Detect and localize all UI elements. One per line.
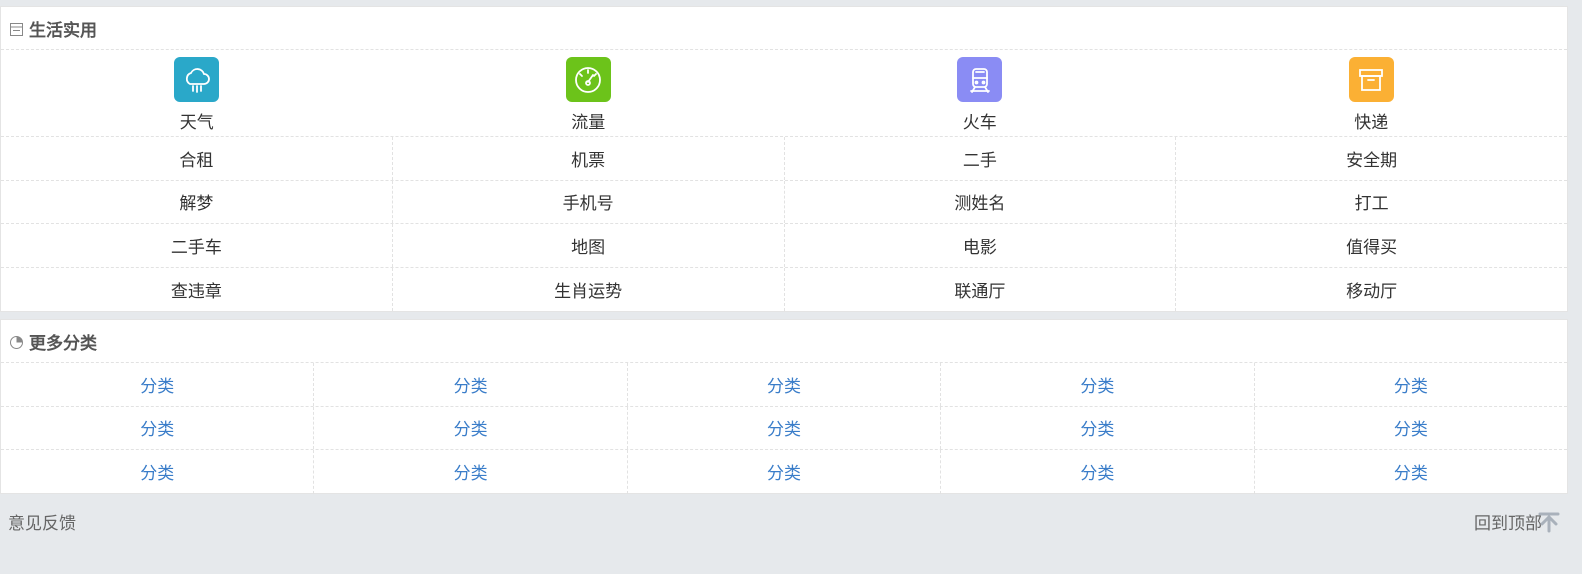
life-grid-row: 查违章 生肖运势 联通厅 移动厅: [1, 267, 1567, 312]
arrow-up-icon: [1538, 512, 1560, 532]
category-link[interactable]: 分类: [628, 406, 942, 449]
category-link[interactable]: 分类: [1, 406, 315, 449]
back-to-top-label: 回到顶部: [1474, 514, 1542, 534]
category-link[interactable]: 分类: [941, 450, 1255, 494]
life-item[interactable]: 值得买: [1176, 224, 1567, 267]
life-panel-title: 生活实用: [29, 20, 97, 41]
back-to-top-button[interactable]: 回到顶部: [1474, 509, 1560, 534]
feature-data-usage[interactable]: 流量: [393, 50, 785, 136]
category-link[interactable]: 分类: [314, 406, 628, 449]
category-link[interactable]: 分类: [314, 450, 628, 494]
category-link[interactable]: 分类: [941, 363, 1255, 406]
category-link[interactable]: 分类: [1, 450, 315, 494]
life-item[interactable]: 合租: [1, 137, 393, 180]
category-link[interactable]: 分类: [1255, 363, 1567, 406]
life-grid-row: 解梦 手机号 测姓名 打工: [1, 180, 1567, 224]
cloud-rain-icon: [174, 57, 220, 102]
category-link[interactable]: 分类: [628, 450, 942, 494]
life-item[interactable]: 查违章: [1, 267, 393, 311]
life-item[interactable]: 二手车: [1, 224, 393, 267]
more-panel: 更多分类 分类 分类 分类 分类 分类 分类 分类 分类 分类 分类 分类 分类…: [0, 319, 1568, 494]
category-grid-row: 分类 分类 分类 分类 分类: [1, 363, 1567, 407]
feature-label: 流量: [571, 113, 606, 133]
life-item[interactable]: 手机号: [393, 180, 785, 223]
category-grid-row: 分类 分类 分类 分类 分类: [1, 450, 1567, 494]
life-item[interactable]: 移动厅: [1176, 268, 1567, 312]
feature-label: 快递: [1354, 113, 1389, 133]
life-item[interactable]: 打工: [1176, 181, 1567, 224]
more-panel-title: 更多分类: [29, 333, 97, 354]
footer: 意见反馈 回到顶部: [0, 494, 1568, 549]
page: 生活实用 天气 流量 火车 快递 合租 机票 二手 安全期 解梦 手机号 测姓名…: [0, 0, 1568, 574]
more-panel-header: 更多分类: [1, 320, 1567, 363]
category-link[interactable]: 分类: [314, 363, 628, 406]
life-item[interactable]: 二手: [785, 137, 1177, 180]
feature-weather[interactable]: 天气: [1, 50, 393, 136]
list-box-icon: [9, 23, 23, 37]
life-item[interactable]: 机票: [393, 137, 785, 180]
feedback-link[interactable]: 意见反馈: [8, 509, 76, 534]
category-grid-row: 分类 分类 分类 分类 分类: [1, 406, 1567, 450]
feature-label: 天气: [179, 113, 214, 133]
category-link[interactable]: 分类: [941, 406, 1255, 449]
speedometer-icon: [565, 57, 611, 102]
life-grid-row: 二手车 地图 电影 值得买: [1, 224, 1567, 268]
life-item[interactable]: 生肖运势: [393, 267, 785, 311]
category-link[interactable]: 分类: [1255, 450, 1567, 494]
box-icon: [1348, 57, 1394, 102]
life-item[interactable]: 解梦: [1, 180, 393, 223]
life-item[interactable]: 电影: [785, 224, 1177, 267]
life-item[interactable]: 地图: [393, 224, 785, 267]
feature-label: 火车: [962, 113, 997, 133]
life-item[interactable]: 联通厅: [785, 267, 1177, 311]
life-item[interactable]: 测姓名: [785, 180, 1177, 223]
life-grid-row: 合租 机票 二手 安全期: [1, 137, 1567, 181]
category-link[interactable]: 分类: [1255, 407, 1567, 450]
category-link[interactable]: 分类: [628, 363, 942, 406]
category-link[interactable]: 分类: [1, 363, 315, 406]
feature-train[interactable]: 火车: [784, 50, 1176, 136]
feature-row: 天气 流量 火车 快递: [1, 50, 1567, 137]
feature-express[interactable]: 快递: [1176, 50, 1568, 136]
train-icon: [957, 57, 1003, 102]
life-panel: 生活实用 天气 流量 火车 快递 合租 机票 二手 安全期 解梦 手机号 测姓名…: [0, 6, 1568, 312]
life-panel-header: 生活实用: [1, 7, 1567, 50]
section-gap: [0, 312, 1568, 319]
life-item[interactable]: 安全期: [1176, 137, 1567, 180]
pie-chart-icon: [9, 336, 23, 350]
